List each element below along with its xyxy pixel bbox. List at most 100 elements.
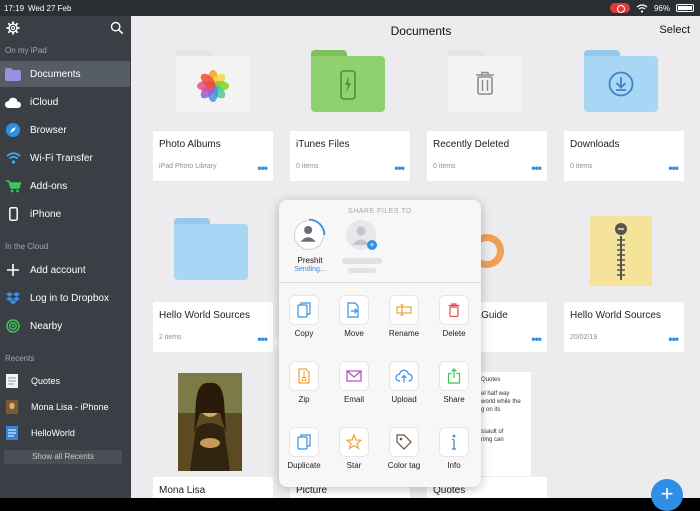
quotes-preview[interactable]: Quotes el half way world while the g on …	[479, 372, 531, 476]
more-options-button[interactable]: •••	[531, 332, 542, 346]
search-icon[interactable]	[110, 21, 124, 35]
phone-icon	[5, 206, 21, 222]
mona-lisa-thumbnail[interactable]	[178, 373, 242, 471]
compass-icon	[5, 122, 21, 138]
sidebar: On my iPad Documents iCloud Browser Wi-F…	[0, 16, 130, 498]
show-all-recents-button[interactable]: Show all Recents	[4, 450, 122, 464]
document-icon	[6, 426, 18, 440]
sidebar-item-iphone[interactable]: iPhone	[0, 201, 130, 227]
action-rename[interactable]: Rename	[379, 296, 429, 350]
sidebar-item-browser[interactable]: Browser	[0, 117, 130, 143]
section-in-the-cloud: In the Cloud	[5, 242, 49, 251]
battery-icon	[676, 4, 694, 12]
sidebar-item-documents[interactable]: Documents	[0, 61, 130, 87]
action-move[interactable]: Move	[329, 296, 379, 350]
sidebar-item-nearby[interactable]: Nearby	[0, 313, 130, 339]
action-share[interactable]: Share	[429, 362, 479, 416]
folder-recently-deleted[interactable]	[448, 50, 522, 112]
action-email[interactable]: Email	[329, 362, 379, 416]
action-label: Email	[343, 395, 364, 404]
popover-title: SHARE FILES TO	[348, 208, 412, 215]
preview-line: el half way	[481, 391, 510, 397]
tag-icon	[396, 434, 412, 450]
action-star[interactable]: Star	[329, 428, 379, 482]
zip-archive-hello-world[interactable]	[590, 216, 652, 286]
contact-name: Preshit	[297, 256, 323, 265]
upload-icon	[395, 369, 413, 383]
more-options-button[interactable]: •••	[668, 161, 679, 175]
recent-item-label: Mona Lisa - iPhone	[31, 402, 109, 412]
sidebar-item-label: Wi-Fi Transfer	[30, 152, 93, 164]
item-card-downloads[interactable]: Downloads 0 items •••	[564, 131, 684, 181]
recent-item-helloworld[interactable]: HelloWorld	[0, 421, 130, 445]
recent-item-quotes[interactable]: Quotes	[0, 369, 130, 393]
folder-itunes-files[interactable]	[311, 50, 385, 112]
duplicate-icon	[297, 434, 311, 450]
more-options-button[interactable]: •••	[531, 161, 542, 175]
folder-downloads[interactable]	[584, 50, 658, 112]
add-button[interactable]: +	[651, 479, 683, 511]
sidebar-item-label: Documents	[30, 68, 81, 80]
item-card-mona-lisa[interactable]: Mona Lisa	[153, 477, 273, 498]
contact-blurred[interactable]: +	[334, 218, 394, 278]
mona-lisa-image	[178, 373, 242, 471]
gear-icon[interactable]	[6, 21, 20, 35]
cloud-icon	[5, 94, 21, 110]
action-label: Info	[447, 461, 461, 470]
more-options-button[interactable]: •••	[257, 332, 268, 346]
battery-percent: 96%	[653, 3, 670, 13]
sidebar-item-add-account[interactable]: Add account	[0, 257, 130, 283]
sidebar-item-label: iPhone	[30, 208, 62, 220]
blurred-contact-sub	[348, 268, 376, 273]
sidebar-item-add-ons[interactable]: Add-ons	[0, 173, 130, 199]
item-name: Recently Deleted	[433, 139, 510, 150]
item-meta: 0 items	[570, 163, 593, 170]
action-label: Duplicate	[287, 461, 321, 470]
recent-item-label: Quotes	[31, 376, 61, 386]
action-duplicate[interactable]: Duplicate	[279, 428, 329, 482]
action-label: Delete	[442, 329, 466, 338]
recent-item-mona-lisa[interactable]: Mona Lisa - iPhone	[0, 395, 130, 419]
item-name: Photo Albums	[159, 139, 221, 150]
more-options-button[interactable]: •••	[668, 332, 679, 346]
plus-icon	[5, 262, 21, 278]
item-card-photo-albums[interactable]: Photo Albums iPad Photo Library •••	[153, 131, 273, 181]
action-color-tag[interactable]: Color tag	[379, 428, 429, 482]
folder-photo-albums[interactable]	[176, 50, 250, 112]
sending-progress-ring	[308, 218, 326, 236]
sidebar-item-icloud[interactable]: iCloud	[0, 89, 130, 115]
document-icon	[6, 374, 18, 388]
item-name: Hello World Sources	[159, 310, 250, 321]
item-card-recently-deleted[interactable]: Recently Deleted 0 items •••	[427, 131, 547, 181]
action-info[interactable]: Info	[429, 428, 479, 482]
action-upload[interactable]: Upload	[379, 362, 429, 416]
preview-line: world while the	[481, 399, 521, 405]
action-delete[interactable]: Delete	[429, 296, 479, 350]
item-card-itunes-files[interactable]: iTunes Files 0 items •••	[290, 131, 410, 181]
sidebar-item-wifi-transfer[interactable]: Wi-Fi Transfer	[0, 145, 130, 171]
item-name: Downloads	[570, 139, 620, 150]
section-on-my-ipad: On my iPad	[5, 46, 47, 55]
item-name: Hello World Sources	[570, 310, 661, 321]
wifi-icon	[5, 150, 21, 166]
item-card-hello-world-sources[interactable]: Hello World Sources 2 items •••	[153, 302, 273, 352]
folder-hello-world-sources[interactable]	[174, 218, 248, 280]
sidebar-item-dropbox[interactable]: Log in to Dropbox	[0, 285, 130, 311]
preview-line: g on its	[481, 407, 501, 413]
divider	[279, 282, 481, 283]
page-title: Documents	[390, 24, 452, 38]
sidebar-item-label: Nearby	[30, 320, 63, 332]
select-button[interactable]: Select	[659, 24, 690, 36]
mail-icon	[346, 370, 362, 382]
contact-preshit[interactable]: Preshit Sending...	[282, 218, 342, 278]
item-card-hello-world-sources-zip[interactable]: Hello World Sources 20/02/19 •••	[564, 302, 684, 352]
action-copy[interactable]: Copy	[279, 296, 329, 350]
action-label: Star	[346, 461, 362, 470]
item-meta: 0 items	[433, 163, 456, 170]
preview-line: Quotes	[481, 377, 501, 383]
section-recents: Recents	[5, 354, 35, 363]
action-zip[interactable]: Zip	[279, 362, 329, 416]
info-icon	[452, 434, 456, 450]
more-options-button[interactable]: •••	[257, 161, 268, 175]
more-options-button[interactable]: •••	[394, 161, 405, 175]
